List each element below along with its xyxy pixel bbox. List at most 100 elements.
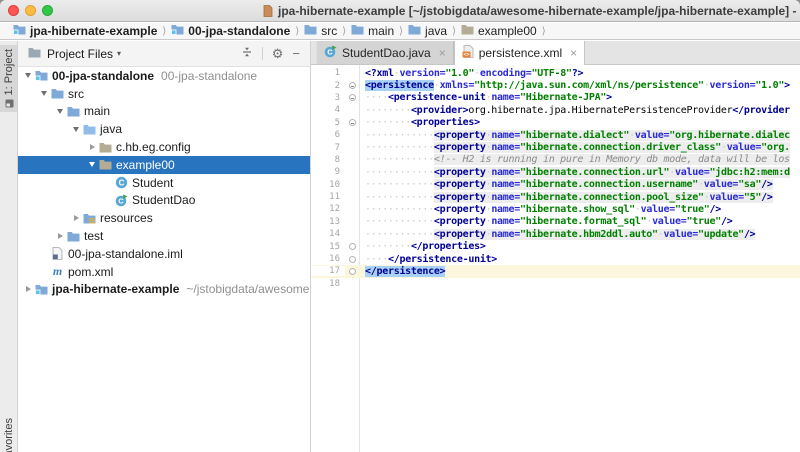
tree-item-label: main bbox=[84, 104, 110, 118]
code-text: </persistence> bbox=[359, 266, 445, 277]
code-line: 8 ············<!-- H2 is running in pure … bbox=[311, 154, 800, 166]
fold-marker-icon[interactable] bbox=[345, 94, 359, 101]
breadcrumb-item[interactable]: java bbox=[408, 23, 447, 40]
favorites-tool-window-button[interactable]: Favorites bbox=[0, 414, 18, 452]
tree-item-label: c.hb.eg.config bbox=[116, 140, 191, 154]
tab-studentdao-java[interactable]: CStudentDao.java× bbox=[316, 41, 454, 64]
code-line: 9············<property·name="hibernate.c… bbox=[311, 166, 800, 178]
chevron-down-icon[interactable] bbox=[54, 109, 66, 114]
line-number: 2 bbox=[311, 81, 345, 91]
chevron-right-icon[interactable] bbox=[54, 233, 66, 239]
chevron-down-icon[interactable] bbox=[38, 91, 50, 96]
line-number: 7 bbox=[311, 143, 345, 153]
caret-down-icon[interactable]: ▾ bbox=[117, 49, 121, 58]
tree-item-label: StudentDao bbox=[132, 193, 195, 207]
fold-marker-icon[interactable] bbox=[345, 256, 359, 263]
tree-item-main[interactable]: main bbox=[18, 103, 310, 121]
tab-label: StudentDao.java bbox=[342, 46, 431, 60]
editor-area: CStudentDao.java×<>persistence.xml× 1<?x… bbox=[311, 41, 800, 452]
breadcrumb-item[interactable]: 0 13 11">00-jpa-standalone bbox=[171, 23, 290, 40]
settings-gear-icon[interactable]: ⚙ bbox=[272, 47, 284, 60]
tab-persistence-xml[interactable]: <>persistence.xml× bbox=[454, 41, 585, 65]
breadcrumb-item[interactable]: main bbox=[351, 23, 394, 40]
tree-item-test[interactable]: test bbox=[18, 227, 310, 245]
folder-project-icon: 0 13 11"> bbox=[34, 70, 49, 81]
tree-item-c-hb-eg-config[interactable]: c.hb.eg.config bbox=[18, 138, 310, 156]
tree-item-jpa-hibernate-example[interactable]: 0 13 11">jpa-hibernate-example~/jstobigd… bbox=[18, 281, 310, 299]
line-number: 11 bbox=[311, 192, 345, 202]
line-number: 14 bbox=[311, 229, 345, 239]
code-text: ············<property·name="hibernate.co… bbox=[359, 192, 773, 203]
code-text: ············<!-- H2 is running in pure i… bbox=[359, 154, 790, 165]
divider bbox=[262, 47, 263, 60]
line-number: 13 bbox=[311, 217, 345, 227]
line-number: 4 bbox=[311, 105, 345, 115]
code-text: ············<property·name="hibernate.di… bbox=[359, 130, 790, 141]
maven-icon: m bbox=[50, 264, 65, 279]
code-editor[interactable]: 1<?xml·version="1.0"·encoding="UTF-8"?>2… bbox=[311, 65, 800, 452]
traffic-lights bbox=[8, 5, 53, 16]
line-number: 6 bbox=[311, 130, 345, 140]
tree-item-resources[interactable]: 0 13 11">resources bbox=[18, 209, 310, 227]
code-text: ············<property·name="hibernate.co… bbox=[359, 179, 773, 190]
chevron-down-icon[interactable] bbox=[70, 127, 82, 132]
close-tab-icon[interactable]: × bbox=[439, 46, 446, 60]
folder-project-icon: 0 13 11"> bbox=[34, 284, 49, 295]
close-tab-icon[interactable]: × bbox=[570, 46, 577, 60]
line-number: 18 bbox=[311, 279, 345, 289]
folder-icon bbox=[50, 88, 65, 99]
tree-item-label: 00-jpa-standalone.iml bbox=[68, 247, 183, 261]
svg-text:C: C bbox=[119, 178, 125, 187]
tree-item-studentdao[interactable]: CStudentDao bbox=[18, 192, 310, 210]
fold-marker-icon[interactable] bbox=[345, 243, 359, 250]
code-text: ············<property·name="hibernate.hb… bbox=[359, 229, 755, 240]
tree-item-student[interactable]: CStudent bbox=[18, 174, 310, 192]
collapse-all-icon[interactable] bbox=[241, 45, 253, 63]
hide-panel-icon[interactable]: − bbox=[292, 47, 300, 60]
breadcrumb-item[interactable]: src bbox=[304, 23, 337, 40]
fold-marker-icon[interactable] bbox=[345, 82, 359, 89]
chevron-right-icon[interactable] bbox=[86, 144, 98, 150]
project-icon bbox=[5, 99, 14, 108]
tree-item-src[interactable]: src bbox=[18, 85, 310, 103]
view-mode-dropdown[interactable]: Project Files bbox=[47, 47, 113, 61]
package-icon bbox=[98, 159, 113, 170]
code-text: ············<property·name="hibernate.fo… bbox=[359, 216, 732, 227]
minimize-window-icon[interactable] bbox=[25, 5, 36, 16]
chevron-down-icon[interactable] bbox=[22, 73, 34, 78]
fold-marker-icon[interactable] bbox=[345, 119, 359, 126]
chevron-right-icon: ⟩ bbox=[295, 26, 299, 37]
project-tool-window-button[interactable]: 1: Project bbox=[0, 45, 18, 112]
tree-item-example00[interactable]: example00 bbox=[18, 156, 310, 174]
code-text: ········<provider>org.hibernate.jpa.Hibe… bbox=[359, 105, 790, 116]
project-panel: Project Files ▾ ⚙ − 0 13 11">00-jpa-stan… bbox=[18, 41, 311, 452]
fold-marker-icon[interactable] bbox=[345, 268, 359, 275]
line-number: 3 bbox=[311, 93, 345, 103]
chevron-right-icon: ⟩ bbox=[342, 26, 346, 37]
folder-source-icon bbox=[82, 124, 97, 135]
breadcrumb-label: 00-jpa-standalone bbox=[188, 24, 290, 38]
code-text: ········</properties> bbox=[359, 241, 486, 252]
breadcrumb-item[interactable]: example00 bbox=[461, 23, 537, 40]
tree-item-java[interactable]: java bbox=[18, 120, 310, 138]
line-number: 9 bbox=[311, 167, 345, 177]
code-line: 6 ············<property·name="hibernate.d… bbox=[311, 129, 800, 141]
chevron-down-icon[interactable] bbox=[86, 162, 98, 167]
close-window-icon[interactable] bbox=[8, 5, 19, 16]
tree-item-00-jpa-standalone-iml[interactable]: 00-jpa-standalone.iml bbox=[18, 245, 310, 263]
zoom-window-icon[interactable] bbox=[42, 5, 53, 16]
tree-item-00-jpa-standalone[interactable]: 0 13 11">00-jpa-standalone00-jpa-standal… bbox=[18, 67, 310, 85]
breadcrumb-label: main bbox=[368, 24, 394, 38]
xml-file-icon: <> bbox=[462, 45, 474, 61]
code-line: 15········</properties> bbox=[311, 240, 800, 252]
class-icon: C bbox=[114, 176, 129, 189]
line-number: 8 bbox=[311, 155, 345, 165]
folder-icon bbox=[304, 23, 317, 40]
breadcrumb-item[interactable]: 0 13 11">jpa-hibernate-example bbox=[13, 23, 157, 40]
line-number: 12 bbox=[311, 204, 345, 214]
ide-window: jpa-hibernate-example [~/jstobigdata/awe… bbox=[0, 0, 800, 452]
chevron-right-icon[interactable] bbox=[70, 215, 82, 221]
chevron-right-icon[interactable] bbox=[22, 286, 34, 292]
tree-item-pom-xml[interactable]: mpom.xml bbox=[18, 263, 310, 281]
tree-item-label: java bbox=[100, 122, 122, 136]
